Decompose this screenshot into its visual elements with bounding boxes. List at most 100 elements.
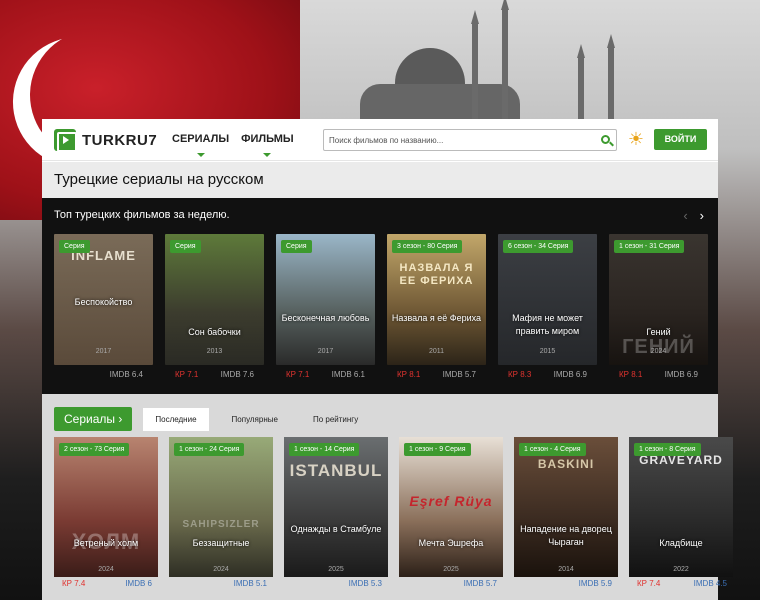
- minaret-image: [501, 0, 509, 122]
- tab-popular[interactable]: Популярные: [220, 408, 290, 431]
- movie-card[interactable]: Серия Бесконечная любовь 2017 КР 7.1 IMD…: [276, 234, 375, 379]
- imdb-rating: IMDB 5.7: [463, 579, 497, 588]
- poster-image[interactable]: ГЕНИЙ 1 сезон - 31 Серия Гений 2024: [609, 234, 708, 365]
- episode-badge: 1 сезон - 4 Серия: [519, 443, 586, 456]
- top-week-section: Топ турецких фильмов за неделю. ‹ › INFL…: [42, 198, 718, 394]
- login-button[interactable]: ВОЙТИ: [654, 129, 707, 150]
- poster-image[interactable]: 6 сезон - 34 Серия Мафия не может правит…: [498, 234, 597, 365]
- movie-card[interactable]: 6 сезон - 34 Серия Мафия не может правит…: [498, 234, 597, 379]
- section-title: Топ турецких фильмов за неделю.: [54, 209, 230, 221]
- series-card[interactable]: ISTANBUL 1 сезон - 14 Серия Однажды в Ст…: [284, 437, 388, 588]
- minaret-image: [577, 44, 585, 122]
- search-input[interactable]: [324, 130, 584, 151]
- kp-rating: КР 8.3: [508, 370, 532, 379]
- kp-rating: КР 7.4: [637, 579, 661, 588]
- imdb-rating: IMDB 7.6: [220, 370, 254, 379]
- imdb-rating: IMDB 6.4: [109, 370, 143, 379]
- ratings: IMDB 5.1: [169, 577, 273, 588]
- ratings: IMDB 5.3: [284, 577, 388, 588]
- poster-image[interactable]: BASKINI 1 сезон - 4 Серия Нападение на д…: [514, 437, 618, 577]
- movie-card[interactable]: ГЕНИЙ 1 сезон - 31 Серия Гений 2024 КР 8…: [609, 234, 708, 379]
- series-year: 2024: [213, 566, 229, 573]
- movie-year: 2013: [206, 348, 223, 355]
- poster-image[interactable]: Серия Сон бабочки 2013: [165, 234, 264, 365]
- chevron-left-icon[interactable]: ‹: [683, 208, 687, 223]
- minaret-image: [471, 10, 479, 124]
- imdb-rating: IMDB 6.1: [331, 370, 365, 379]
- poster-image[interactable]: ХОЛМ 2 сезон - 73 Серия Ветреный холм 20…: [54, 437, 158, 577]
- site-logo[interactable]: TURKRU7: [54, 129, 158, 152]
- series-card[interactable]: Eşref Rüya 1 сезон - 9 Серия Мечта Эшреф…: [399, 437, 503, 588]
- ratings: КР 7.4 IMDB 4.5: [629, 577, 733, 588]
- series-card[interactable]: GRAVEYARD 1 сезон - 8 Серия Кладбище 202…: [629, 437, 733, 588]
- movie-year: 2011: [428, 348, 445, 355]
- site-logo-text: TURKRU7: [82, 131, 158, 149]
- imdb-rating: IMDB 6.9: [664, 370, 698, 379]
- series-title: Мечта Эшрефа: [418, 538, 484, 548]
- ratings: IMDB 6.4: [54, 365, 153, 379]
- main-panel: TURKRU7 СЕРИАЛЫ ФИЛЬМЫ ☀ ВОЙТИ Турецкие …: [42, 119, 733, 600]
- episode-badge: Серия: [281, 240, 312, 253]
- series-card[interactable]: BASKINI 1 сезон - 4 Серия Нападение на д…: [514, 437, 618, 588]
- episode-badge: 1 сезон - 8 Серия: [634, 443, 701, 456]
- movie-title: Бесконечная любовь: [281, 313, 370, 323]
- header: TURKRU7 СЕРИАЛЫ ФИЛЬМЫ ☀ ВОЙТИ: [42, 119, 718, 161]
- minaret-image: [607, 34, 615, 122]
- poster-image[interactable]: НАЗВАЛА Я ЕЕ ФЕРИХА 3 сезон - 80 Серия Н…: [387, 234, 486, 365]
- search-box: [323, 129, 617, 151]
- series-year: 2022: [673, 566, 689, 573]
- ratings: КР 8.1 IMDB 6.9: [609, 365, 708, 379]
- movie-year: 2024: [650, 348, 667, 355]
- movie-title: Сон бабочки: [188, 327, 241, 337]
- series-filter-bar: Сериалы › Последние Популярные По рейтин…: [54, 407, 370, 431]
- series-button[interactable]: Сериалы ›: [54, 407, 133, 431]
- nav-item-films[interactable]: ФИЛЬМЫ: [241, 133, 294, 157]
- ratings: КР 7.4 IMDB 6: [54, 577, 158, 588]
- movie-card[interactable]: НАЗВАЛА Я ЕЕ ФЕРИХА 3 сезон - 80 Серия Н…: [387, 234, 486, 379]
- movie-card[interactable]: Серия Сон бабочки 2013 КР 7.1 IMDB 7.6: [165, 234, 264, 379]
- series-button-label: Сериалы: [64, 412, 116, 426]
- movie-title: Мафия не может править миром: [512, 313, 583, 336]
- kp-rating: КР 7.1: [286, 370, 310, 379]
- ratings: IMDB 5.9: [514, 577, 618, 588]
- poster-image[interactable]: Серия Бесконечная любовь 2017: [276, 234, 375, 365]
- page-title: Турецкие сериалы на русском: [54, 171, 264, 188]
- poster-image[interactable]: SAHIPSIZLER 1 сезон - 24 Серия Беззащитн…: [169, 437, 273, 577]
- episode-badge: Серия: [59, 240, 90, 253]
- poster-image[interactable]: ISTANBUL 1 сезон - 14 Серия Однажды в Ст…: [284, 437, 388, 577]
- ratings: КР 8.1 IMDB 5.7: [387, 365, 486, 379]
- kp-rating: КР 7.4: [62, 579, 86, 588]
- series-year: 2025: [328, 566, 344, 573]
- series-title: Нападение на дворец Чыраган: [520, 524, 612, 547]
- kp-rating: КР 8.1: [619, 370, 643, 379]
- theme-toggle-sun-icon[interactable]: ☀: [627, 130, 645, 148]
- movie-year: 2017: [95, 348, 112, 355]
- movie-year: 2017: [317, 348, 334, 355]
- poster-art-text: SAHIPSIZLER: [182, 519, 260, 530]
- tab-latest[interactable]: Последние: [143, 407, 209, 431]
- chevron-right-icon[interactable]: ›: [700, 208, 704, 223]
- poster-image[interactable]: Eşref Rüya 1 сезон - 9 Серия Мечта Эшреф…: [399, 437, 503, 577]
- series-card[interactable]: SAHIPSIZLER 1 сезон - 24 Серия Беззащитн…: [169, 437, 273, 588]
- series-section: Сериалы › Последние Популярные По рейтин…: [42, 394, 733, 600]
- search-icon[interactable]: [601, 135, 610, 144]
- series-card[interactable]: ХОЛМ 2 сезон - 73 Серия Ветреный холм 20…: [54, 437, 158, 588]
- series-title: Ветреный холм: [73, 538, 139, 548]
- poster-image[interactable]: GRAVEYARD 1 сезон - 8 Серия Кладбище 202…: [629, 437, 733, 577]
- series-year: 2014: [558, 566, 574, 573]
- episode-badge: 3 сезон - 80 Серия: [392, 240, 463, 253]
- series-year: 2025: [443, 566, 459, 573]
- episode-badge: 6 сезон - 34 Серия: [503, 240, 574, 253]
- poster-art-text: ISTANBUL: [289, 461, 383, 480]
- movie-card[interactable]: INFLAME Серия Беспокойство 2017 IMDB 6.4: [54, 234, 153, 379]
- poster-art-text: Eşref Rüya: [409, 493, 493, 509]
- episode-badge: 1 сезон - 31 Серия: [614, 240, 685, 253]
- nav-item-series[interactable]: СЕРИАЛЫ: [172, 133, 229, 157]
- episode-badge: 1 сезон - 14 Серия: [289, 443, 360, 456]
- poster-image[interactable]: INFLAME Серия Беспокойство 2017: [54, 234, 153, 365]
- chevron-right-icon: ›: [118, 412, 123, 426]
- series-title: Беззащитные: [192, 538, 250, 548]
- main-nav: СЕРИАЛЫ ФИЛЬМЫ: [172, 133, 294, 157]
- tab-by-rating[interactable]: По рейтингу: [301, 408, 370, 431]
- episode-badge: 1 сезон - 9 Серия: [404, 443, 471, 456]
